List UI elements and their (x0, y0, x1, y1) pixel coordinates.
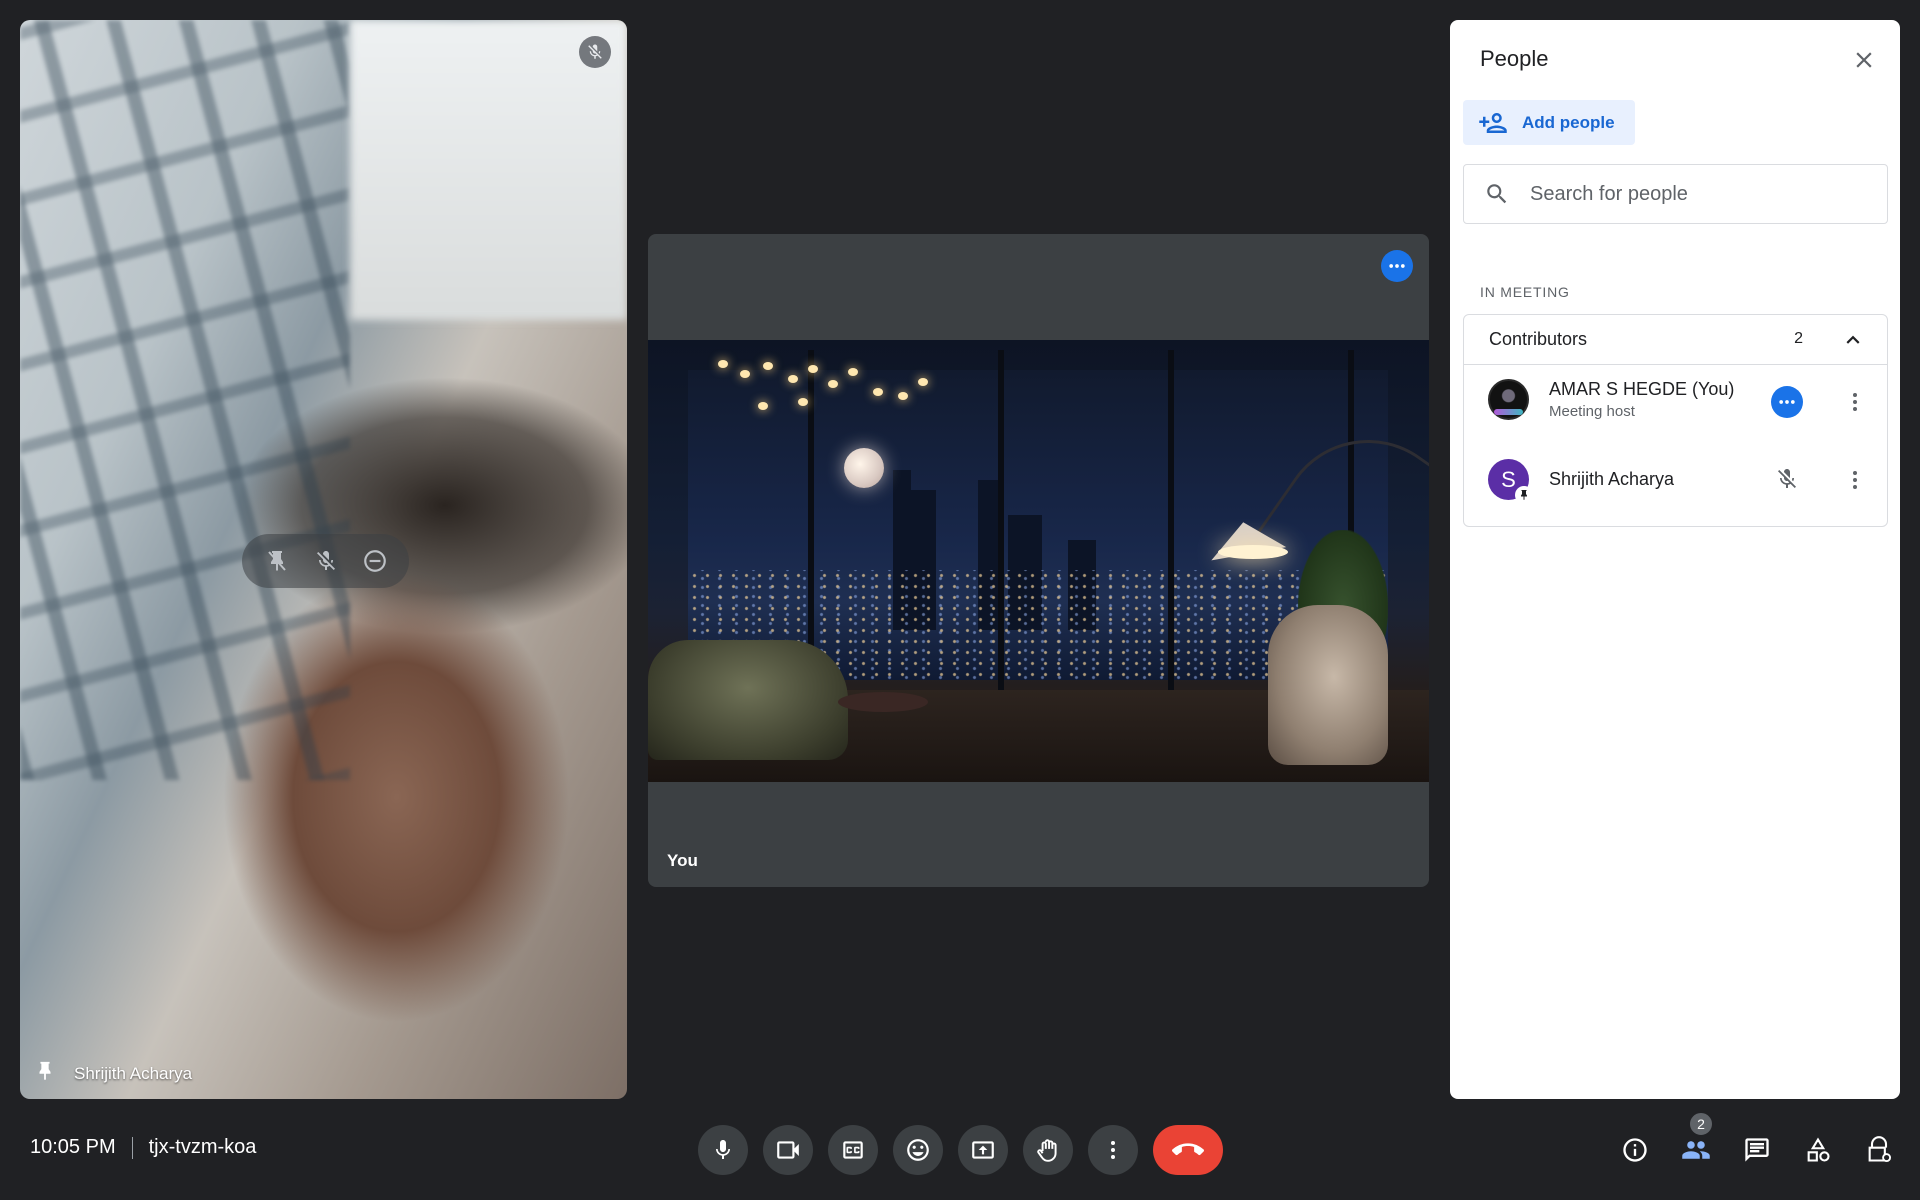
unpin-icon[interactable] (261, 545, 293, 577)
divider (131, 1136, 133, 1159)
people-icon (1682, 1141, 1710, 1159)
more-options-button[interactable] (1088, 1125, 1138, 1175)
tile-more-options-button[interactable] (1381, 250, 1413, 282)
end-call-button[interactable] (1153, 1125, 1223, 1175)
host-controls-icon (1868, 1136, 1892, 1163)
participant-more-button[interactable] (1837, 462, 1873, 498)
search-input[interactable] (1528, 181, 1858, 207)
participant-name: Shrijith Acharya (1549, 469, 1675, 489)
host-controls-button[interactable] (1854, 1125, 1904, 1175)
activities-icon (1807, 1137, 1830, 1162)
people-button[interactable]: 2 (1671, 1111, 1721, 1175)
participant-role: Meeting host (1549, 403, 1635, 420)
end-call-icon (1172, 1143, 1204, 1156)
section-heading: IN MEETING (1480, 284, 1570, 300)
participant-tile-self[interactable]: You (648, 234, 1429, 887)
people-panel: People Add people IN MEETING Contributor… (1450, 20, 1900, 1099)
emoji-icon (907, 1139, 929, 1161)
video-background (20, 20, 350, 780)
participant-row[interactable]: S Shrijith Acharya (1464, 445, 1887, 515)
participant-row[interactable]: AMAR S HEGDE (You) Meeting host (1464, 365, 1887, 435)
add-person-icon (1479, 112, 1507, 133)
meeting-code: tjx-tvzm-koa (148, 1136, 257, 1158)
participant-mic-button[interactable] (1771, 463, 1803, 495)
present-button[interactable] (958, 1125, 1008, 1175)
contributors-label: Contributors (1489, 329, 1588, 349)
reactions-button[interactable] (893, 1125, 943, 1175)
avatar-initial: S (1501, 466, 1516, 492)
participant-name-row: Shrijith Acharya (34, 1060, 192, 1087)
mic-off-icon (579, 36, 611, 68)
raise-hand-button[interactable] (1023, 1125, 1073, 1175)
more-vert-icon (1853, 393, 1857, 411)
meeting-time: 10:05 PM (30, 1136, 116, 1158)
more-horizontal-icon (1779, 400, 1795, 404)
present-icon (972, 1141, 994, 1159)
side-controls: 2 (1610, 1111, 1904, 1175)
more-vert-icon (1853, 471, 1857, 489)
participant-name: Shrijith Acharya (74, 1063, 193, 1083)
contributors-count: 2 (1794, 330, 1803, 347)
people-count-badge: 2 (1688, 1111, 1714, 1137)
chat-button[interactable] (1732, 1125, 1782, 1175)
panel-title: People (1480, 46, 1549, 71)
participant-tile-remote[interactable]: Shrijith Acharya (20, 20, 627, 1099)
raise-hand-icon (1037, 1139, 1057, 1162)
self-label: You (667, 851, 698, 870)
meeting-info: 10:05 PM tjx-tvzm-koa (30, 1136, 256, 1159)
mic-off-icon[interactable] (310, 545, 342, 577)
remove-icon[interactable] (359, 545, 391, 577)
add-people-label: Add people (1522, 112, 1615, 132)
participant-name: AMAR S HEGDE (You) (1549, 379, 1735, 399)
search-people-field[interactable] (1463, 164, 1888, 224)
add-people-button[interactable]: Add people (1463, 100, 1635, 145)
contributors-header[interactable]: Contributors (1464, 315, 1887, 365)
pin-icon[interactable] (34, 1060, 56, 1087)
mic-off-icon (1778, 469, 1796, 488)
more-vert-icon (1111, 1141, 1115, 1159)
virtual-background (648, 340, 1429, 782)
contributors-group: Contributors 2 AMAR S HEGDE (You) Meetin… (1463, 314, 1888, 527)
pin-icon (1515, 486, 1533, 504)
close-panel-button[interactable] (1844, 40, 1884, 80)
meeting-details-button[interactable] (1610, 1125, 1660, 1175)
chat-icon (1745, 1138, 1769, 1162)
tile-hover-controls (242, 534, 409, 588)
info-icon (1623, 1138, 1647, 1162)
avatar (1488, 379, 1529, 420)
captions-button[interactable] (828, 1125, 878, 1175)
activities-button[interactable] (1793, 1125, 1843, 1175)
participant-more-button[interactable] (1837, 384, 1873, 420)
search-icon (1487, 184, 1507, 204)
moon-image (844, 448, 884, 488)
captions-icon (843, 1141, 863, 1159)
avatar: S (1488, 459, 1533, 504)
chevron-up-icon (1846, 335, 1860, 344)
participant-options-button[interactable] (1771, 386, 1803, 418)
camera-button[interactable] (763, 1125, 813, 1175)
microphone-button[interactable] (698, 1125, 748, 1175)
call-controls (698, 1125, 1223, 1175)
close-icon (1856, 52, 1872, 68)
camera-icon (777, 1141, 799, 1159)
collapse-group-button[interactable] (1835, 322, 1871, 358)
mic-icon (716, 1140, 730, 1159)
